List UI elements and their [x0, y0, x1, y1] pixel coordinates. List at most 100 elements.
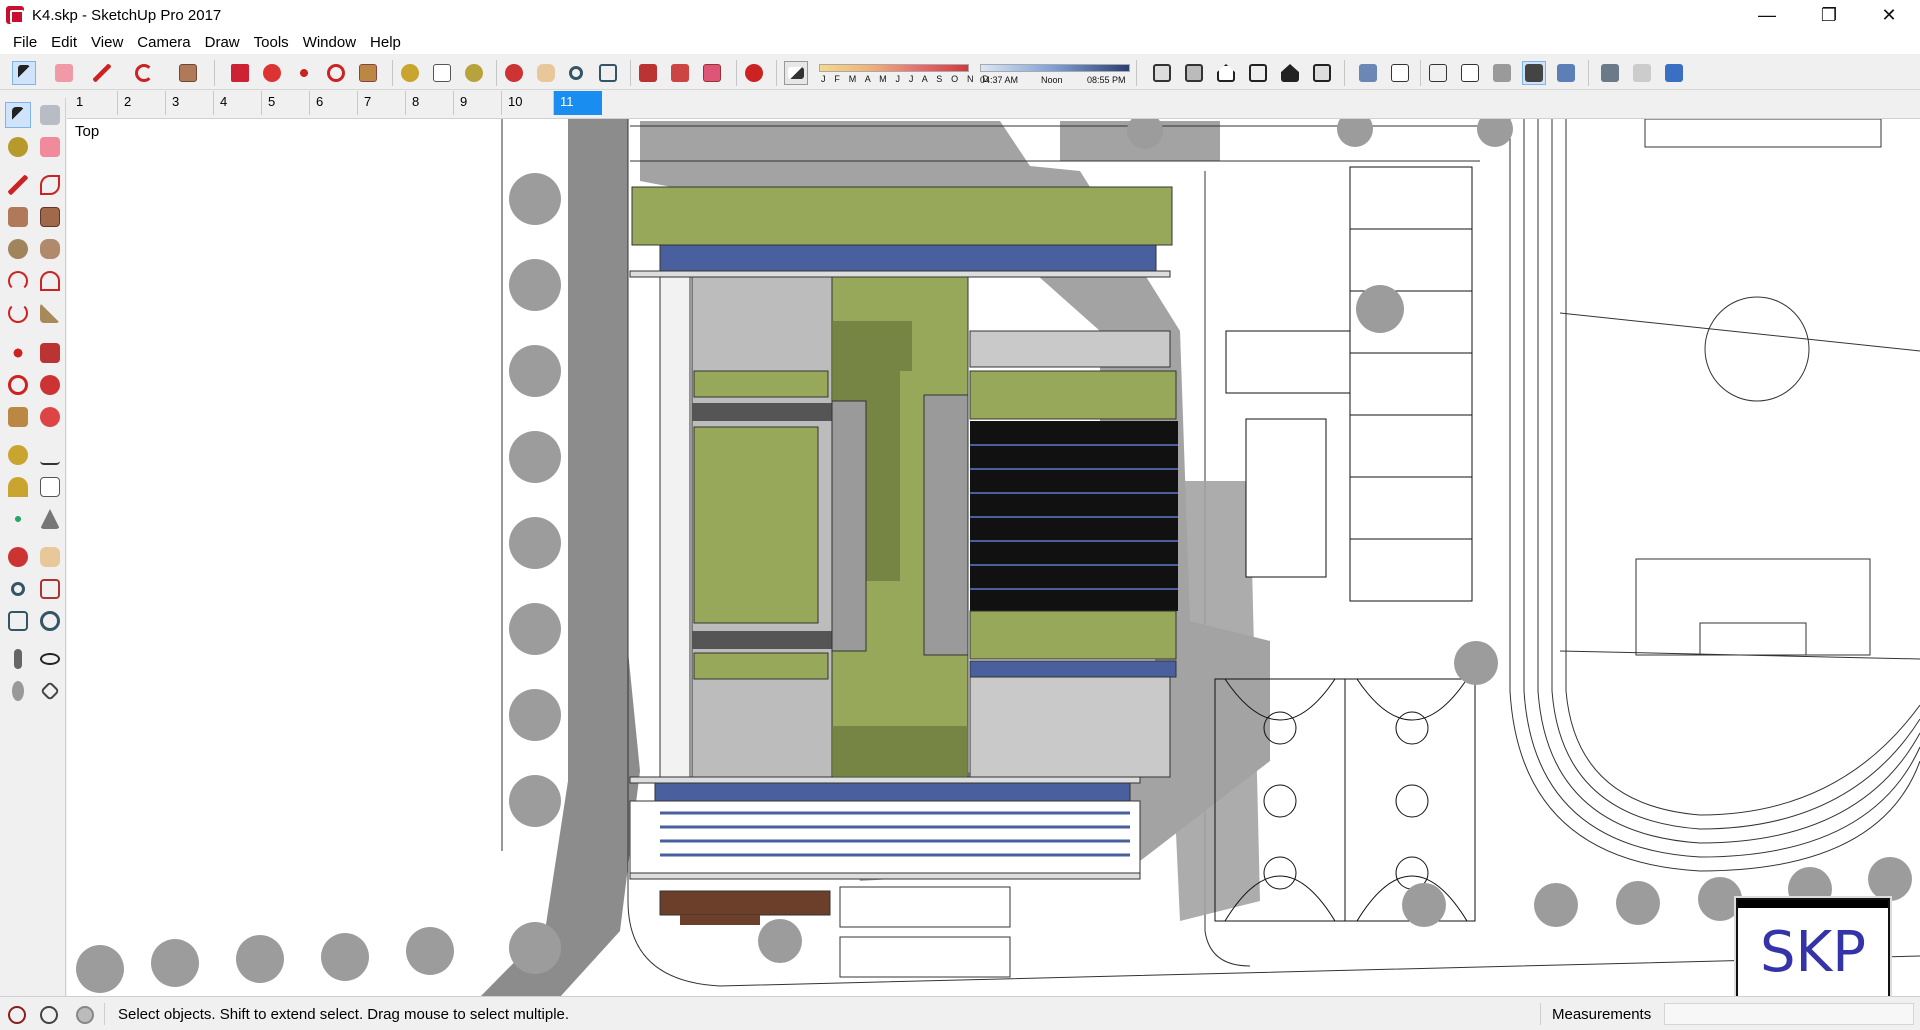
credits-icon[interactable]	[40, 1006, 58, 1024]
hidden-line-style-icon[interactable]	[1458, 61, 1482, 85]
tape-measure-tool-icon[interactable]	[5, 442, 31, 468]
scene-tab-5[interactable]: 5	[262, 91, 310, 115]
measurements-input[interactable]	[1664, 1003, 1914, 1025]
pan-tool-icon[interactable]	[37, 544, 63, 570]
section-plane-tool-icon[interactable]	[37, 678, 63, 704]
time-slider[interactable]	[980, 64, 1130, 72]
zoom-extents-tool-icon[interactable]	[5, 608, 31, 634]
orbit-tool-icon[interactable]	[5, 544, 31, 570]
zoom-extents-icon[interactable]	[596, 61, 620, 85]
pan-icon[interactable]	[534, 61, 558, 85]
iso-view-icon[interactable]	[1150, 61, 1174, 85]
eraser-icon[interactable]	[52, 61, 76, 85]
polygon-tool-icon[interactable]	[37, 236, 63, 262]
tape-measure-icon[interactable]	[398, 61, 422, 85]
scene-tab-7[interactable]: 7	[358, 91, 406, 115]
look-around-tool-icon[interactable]	[37, 646, 63, 672]
close-button[interactable]: ✕	[1866, 0, 1912, 30]
3d-warehouse-icon[interactable]	[636, 61, 660, 85]
share-component-icon[interactable]	[1662, 61, 1686, 85]
scale-icon[interactable]	[356, 61, 380, 85]
3d-text-tool-icon[interactable]	[37, 506, 63, 532]
front-view-icon[interactable]	[1214, 61, 1238, 85]
line-icon[interactable]	[90, 61, 114, 85]
select-icon[interactable]	[12, 61, 36, 85]
follow-me-icon[interactable]	[260, 61, 284, 85]
follow-me-tool-icon[interactable]	[37, 372, 63, 398]
date-slider[interactable]	[819, 64, 969, 72]
pie-tool-icon[interactable]	[37, 300, 63, 326]
arc-icon[interactable]	[132, 61, 156, 85]
rotated-rectangle-tool-icon[interactable]	[37, 204, 63, 230]
three-point-arc-tool-icon[interactable]	[5, 300, 31, 326]
scene-tab-2[interactable]: 2	[118, 91, 166, 115]
model-viewport[interactable]: Top	[67, 118, 1920, 996]
back-edges-style-icon[interactable]	[1388, 61, 1412, 85]
paint-bucket-tool-icon[interactable]	[5, 134, 31, 160]
make-component-tool-icon[interactable]	[37, 102, 63, 128]
zoom-window-tool-icon[interactable]	[37, 576, 63, 602]
xray-style-icon[interactable]	[1356, 61, 1380, 85]
left-view-icon[interactable]	[1310, 61, 1334, 85]
rotate-tool-icon[interactable]	[5, 372, 31, 398]
freehand-tool-icon[interactable]	[37, 172, 63, 198]
geo-location-icon[interactable]	[8, 1006, 26, 1024]
menu-file[interactable]: File	[6, 34, 44, 51]
text-icon[interactable]	[430, 61, 454, 85]
walk-tool-icon[interactable]	[5, 678, 31, 704]
scene-tab-1[interactable]: 1	[70, 91, 118, 115]
previous-view-tool-icon[interactable]	[37, 608, 63, 634]
zoom-tool-icon[interactable]	[5, 576, 31, 602]
arc-tool-icon[interactable]	[5, 268, 31, 294]
move-tool-icon[interactable]	[5, 340, 31, 366]
scene-tab-6[interactable]: 6	[310, 91, 358, 115]
menu-window[interactable]: Window	[296, 34, 363, 51]
offset-tool-icon[interactable]	[37, 404, 63, 430]
menu-view[interactable]: View	[84, 34, 130, 51]
scale-tool-icon[interactable]	[5, 404, 31, 430]
scene-tab-4[interactable]: 4	[214, 91, 262, 115]
rotate-icon[interactable]	[324, 61, 348, 85]
eraser-tool-icon[interactable]	[37, 134, 63, 160]
scene-tab-8[interactable]: 8	[406, 91, 454, 115]
move-icon[interactable]	[292, 61, 316, 85]
menu-edit[interactable]: Edit	[44, 34, 84, 51]
text-tool-icon[interactable]	[37, 474, 63, 500]
zoom-icon[interactable]	[564, 61, 588, 85]
position-camera-tool-icon[interactable]	[5, 646, 31, 672]
axes-tool-icon[interactable]	[5, 506, 31, 532]
extension-warehouse-icon[interactable]	[668, 61, 692, 85]
menu-draw[interactable]: Draw	[198, 34, 247, 51]
shaded-style-icon[interactable]	[1490, 61, 1514, 85]
user-icon[interactable]	[76, 1006, 94, 1024]
menu-tools[interactable]: Tools	[247, 34, 296, 51]
layout-icon[interactable]	[700, 61, 724, 85]
protractor-tool-icon[interactable]	[5, 474, 31, 500]
right-view-icon[interactable]	[1246, 61, 1270, 85]
paint-bucket-icon[interactable]	[462, 61, 486, 85]
top-view-icon[interactable]	[1182, 61, 1206, 85]
wireframe-style-icon[interactable]	[1426, 61, 1450, 85]
shadows-toggle-icon[interactable]	[784, 61, 808, 85]
select-tool-icon[interactable]	[5, 102, 31, 128]
scene-tab-9[interactable]: 9	[454, 91, 502, 115]
extension-manager-icon[interactable]	[742, 61, 766, 85]
orbit-icon[interactable]	[502, 61, 526, 85]
dimension-tool-icon[interactable]	[37, 442, 63, 468]
share-model-icon[interactable]	[1630, 61, 1654, 85]
minimize-button[interactable]: —	[1744, 0, 1790, 30]
push-pull-tool-icon[interactable]	[37, 340, 63, 366]
rectangle-icon[interactable]	[176, 61, 200, 85]
shaded-textures-style-icon[interactable]	[1522, 61, 1546, 85]
push-pull-icon[interactable]	[228, 61, 252, 85]
scene-tab-3[interactable]: 3	[166, 91, 214, 115]
menu-help[interactable]: Help	[363, 34, 408, 51]
scene-tab-10[interactable]: 10	[502, 91, 554, 115]
back-view-icon[interactable]	[1278, 61, 1302, 85]
circle-tool-icon[interactable]	[5, 236, 31, 262]
get-models-icon[interactable]	[1598, 61, 1622, 85]
restore-button[interactable]: ❐	[1806, 0, 1852, 30]
menu-camera[interactable]: Camera	[130, 34, 197, 51]
rectangle-tool-icon[interactable]	[5, 204, 31, 230]
scene-tab-11[interactable]: 11	[554, 91, 602, 115]
